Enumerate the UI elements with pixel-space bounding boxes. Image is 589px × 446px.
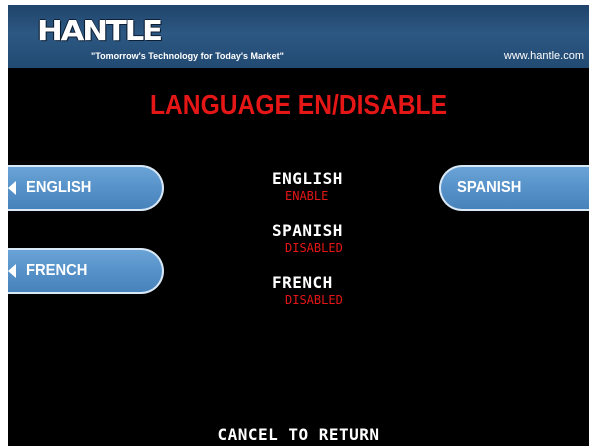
screen-frame: HANTLE "Tomorrow's Technology for Today'… [8,5,589,446]
language-name-french: FRENCH [272,273,333,292]
language-name-english: ENGLISH [272,169,343,188]
language-status-french: DISABLED [285,293,343,307]
spanish-button[interactable]: SPANISH [439,165,589,211]
atm-screen: HANTLE "Tomorrow's Technology for Today'… [0,0,589,446]
french-button[interactable]: FRENCH [8,248,164,294]
left-arrow-icon [8,181,16,195]
language-status-english: ENABLE [285,189,329,203]
french-button-label: FRENCH [26,262,88,279]
cancel-prompt: CANCEL TO RETURN [217,425,380,444]
screen-title: LANGUAGE EN/DISABLE [149,89,448,120]
english-button-label: ENGLISH [26,179,92,196]
left-arrow-icon [8,264,16,278]
language-name-spanish: SPANISH [272,221,343,240]
tagline: "Tomorrow's Technology for Today's Marke… [91,51,284,61]
header-banner: HANTLE "Tomorrow's Technology for Today'… [8,5,589,68]
language-status-spanish: DISABLED [285,241,343,255]
hantle-logo: HANTLE [37,14,163,47]
spanish-button-label: SPANISH [457,179,522,196]
english-button[interactable]: ENGLISH [8,165,164,211]
website-url: www.hantle.com [503,50,584,62]
